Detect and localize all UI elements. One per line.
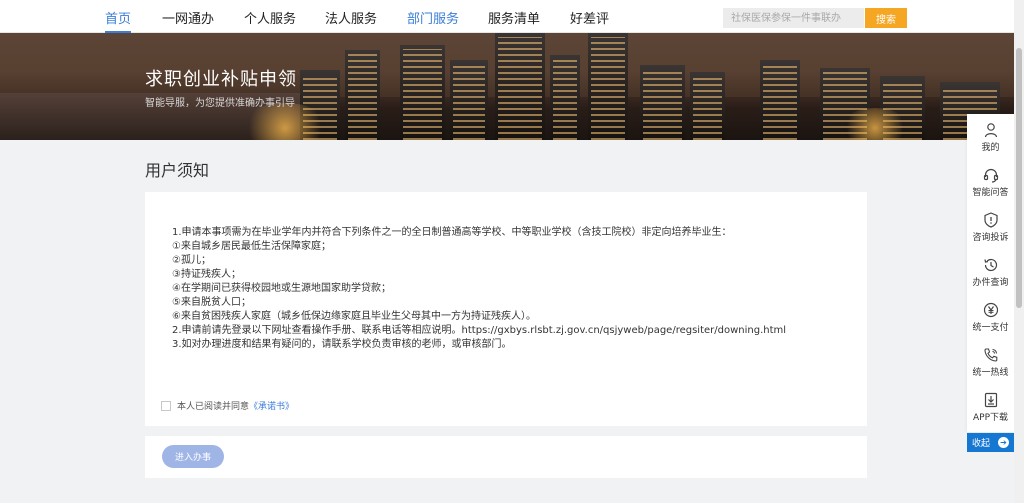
commitment-letter-link[interactable]: 《承诺书》 — [249, 399, 294, 412]
side-item-unified-payment[interactable]: 统一支付 — [967, 302, 1014, 346]
banner-building — [495, 33, 545, 140]
action-card: 进入办事 — [145, 436, 867, 478]
side-item-mine[interactable]: 我的 — [967, 122, 1014, 166]
banner-building — [550, 55, 580, 140]
banner-building — [640, 65, 685, 140]
phone-icon — [967, 347, 1014, 363]
search-input[interactable] — [723, 8, 864, 28]
agreement-checkbox[interactable] — [161, 400, 171, 411]
banner-building — [345, 50, 380, 140]
agreement-label: 本人已阅读并同意 — [177, 402, 250, 412]
side-item-hotline[interactable]: 统一热线 — [967, 347, 1014, 391]
nav-legal-entity-services[interactable]: 法人服务 — [325, 8, 377, 33]
headset-icon — [967, 167, 1014, 183]
side-item-smart-qa[interactable]: 智能问答 — [967, 167, 1014, 211]
notice-line: 3.如对办理进度和结果有疑问的，请联系学校负责审核的老师，或审核部门。 — [172, 339, 512, 350]
download-icon — [967, 392, 1014, 408]
banner-building — [400, 45, 445, 140]
notice-line: ①来自城乡居民最低生活保障家庭； — [172, 241, 331, 252]
side-item-app-download[interactable]: APP下载 — [967, 392, 1014, 436]
page-scrollbar[interactable] — [1014, 0, 1024, 503]
banner-building — [760, 60, 800, 140]
side-item-label: 我的 — [981, 143, 1000, 153]
nav-home[interactable]: 首页 — [105, 8, 132, 33]
side-item-label: 咨询投诉 — [972, 233, 1009, 243]
banner-building — [450, 60, 488, 140]
notice-line: 2.申请前请先登录以下网址查看操作手册、联系电话等相应说明。https://gx… — [172, 325, 787, 336]
user-icon — [967, 122, 1014, 138]
nav-personal-services[interactable]: 个人服务 — [244, 8, 296, 33]
banner-light-glow — [840, 108, 910, 140]
banner-title: 求职创业补贴申领 — [145, 69, 297, 90]
page-title: 用户须知 — [145, 161, 210, 180]
nav-department-services[interactable]: 部门服务 — [407, 8, 459, 33]
notice-line: ④在学期间已获得校园地或生源地国家助学贷款； — [172, 283, 391, 294]
collapse-label: 收起 — [972, 439, 991, 449]
banner-building — [690, 72, 725, 140]
search-button[interactable]: 搜索 — [865, 8, 907, 28]
notice-line: ⑥来自贫困残疾人家庭（城乡低保边缘家庭且毕业生父母其中一方为持证残疾人）。 — [172, 311, 536, 322]
hero-banner: 求职创业补贴申领 智能导服，为您提供准确办事引导 — [0, 33, 1014, 140]
side-item-label: 办件查询 — [972, 278, 1009, 288]
top-nav: 首页 一网通办 个人服务 法人服务 部门服务 服务清单 好差评 搜索 — [0, 0, 1014, 33]
notice-card: 1.申请本事项需为在毕业学年内并符合下列条件之一的全日制普通高等学校、中等职业学… — [145, 192, 867, 426]
nav-service-list[interactable]: 服务清单 — [488, 8, 540, 33]
nav-one-stop[interactable]: 一网通办 — [162, 8, 214, 33]
side-panel: 我的 智能问答 咨询投诉 办件查询 统一支付 统一热线 APP下载 — [967, 114, 1014, 432]
yen-icon — [967, 302, 1014, 318]
side-item-label: 统一支付 — [972, 323, 1009, 333]
banner-building — [588, 33, 628, 140]
notice-line: 1.申请本事项需为在毕业学年内并符合下列条件之一的全日制普通高等学校、中等职业学… — [172, 227, 732, 238]
side-item-label: 统一热线 — [972, 368, 1009, 378]
shield-icon — [967, 212, 1014, 228]
side-item-progress-query[interactable]: 办件查询 — [967, 257, 1014, 301]
agreement-row: 本人已阅读并同意 《承诺书》 — [161, 399, 294, 412]
side-item-label: APP下载 — [972, 413, 1008, 423]
side-item-label: 智能问答 — [972, 188, 1009, 198]
arrow-right-icon: ➔ — [998, 437, 1009, 448]
notice-line: ③持证残疾人； — [172, 269, 241, 280]
notice-line: ⑤来自脱贫人口； — [172, 297, 251, 308]
side-item-complaints[interactable]: 咨询投诉 — [967, 212, 1014, 256]
collapse-button[interactable]: 收起 ➔ — [967, 433, 1014, 452]
history-icon — [967, 257, 1014, 273]
nav-feedback[interactable]: 好差评 — [570, 8, 609, 33]
notice-line: ②孤儿； — [172, 255, 211, 266]
scrollbar-thumb[interactable] — [1016, 48, 1022, 308]
enter-service-button[interactable]: 进入办事 — [162, 445, 224, 468]
banner-subtitle: 智能导服，为您提供准确办事引导 — [145, 98, 295, 109]
